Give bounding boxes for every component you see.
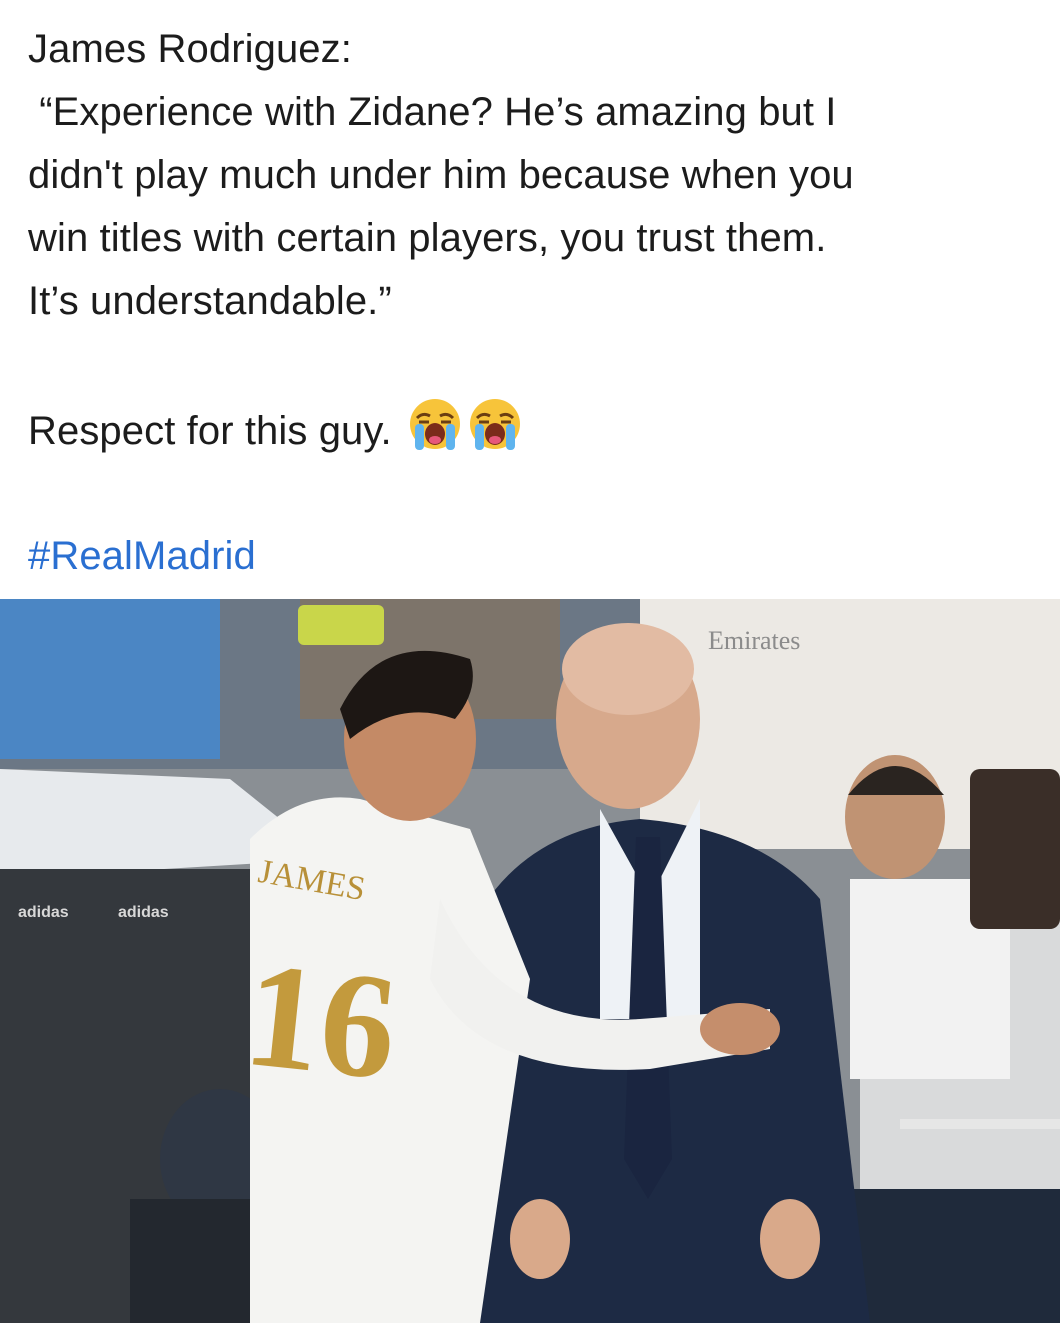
comment-line: Respect for this guy. xyxy=(28,396,1038,463)
comment-text: Respect for this guy. xyxy=(28,409,392,453)
social-post: James Rodriguez: “Experience with Zidane… xyxy=(0,0,1060,1323)
post-photo[interactable]: Emirates adidas adidas JAMES 16 xyxy=(0,599,1060,1323)
quote-line-2: didn't play much under him because when … xyxy=(28,153,854,197)
jersey-number: 16 xyxy=(238,931,405,1112)
author-line: James Rodriguez: xyxy=(28,27,352,71)
hashtag-link[interactable]: #RealMadrid xyxy=(28,525,1038,588)
phone-icon xyxy=(298,605,384,645)
ad-board-text-1: adidas xyxy=(18,904,69,921)
ad-board-text-2: adidas xyxy=(118,904,169,921)
post-text: James Rodriguez: “Experience with Zidane… xyxy=(28,18,1038,588)
quote-line-4: It’s understandable.” xyxy=(28,279,392,323)
loudly-crying-face-emoji-icon xyxy=(467,396,523,452)
quote-line-1: “Experience with Zidane? He’s amazing bu… xyxy=(28,90,837,134)
sponsor-text: Emirates xyxy=(708,626,800,655)
loudly-crying-face-emoji-icon xyxy=(407,396,463,452)
quote-line-3: win titles with certain players, you tru… xyxy=(28,216,827,260)
